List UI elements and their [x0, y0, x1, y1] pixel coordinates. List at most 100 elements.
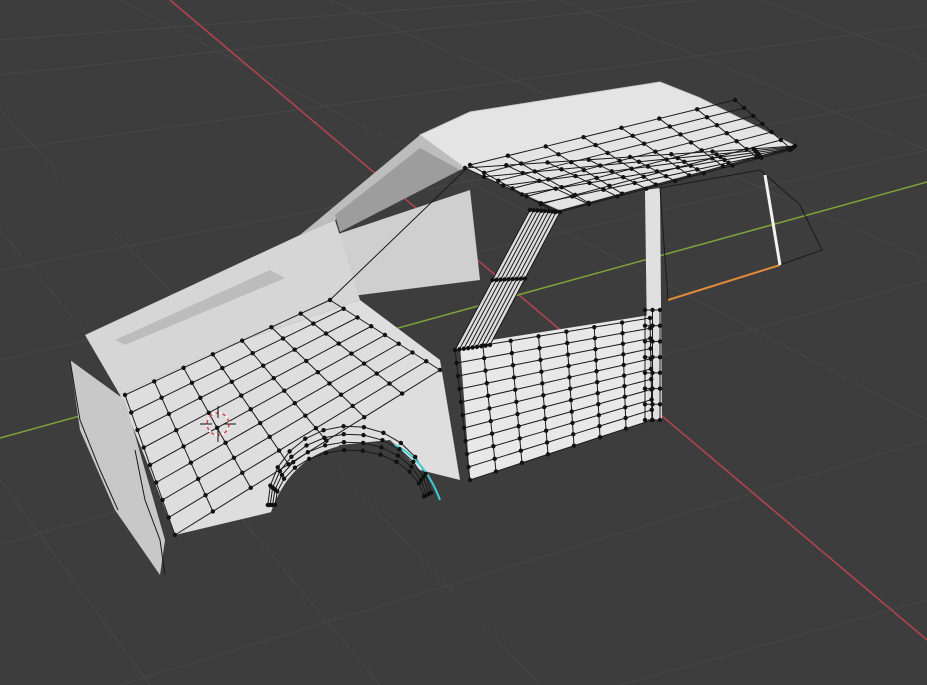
mesh-vertex: [545, 452, 551, 457]
mesh-vertex: [461, 346, 466, 351]
mesh-vertex: [500, 183, 506, 188]
mesh-vertex: [594, 175, 599, 181]
mesh-vertex: [327, 381, 332, 386]
mesh-vertex: [387, 381, 392, 386]
mesh-vertex: [539, 369, 544, 374]
mesh-vertex: [292, 401, 298, 406]
mesh-vertex: [642, 307, 648, 313]
mesh-vertex: [519, 161, 524, 166]
mesh-vertex: [413, 454, 418, 460]
mesh-vertex: [759, 155, 764, 160]
mesh-vertex: [517, 436, 522, 441]
mesh-vertex: [271, 376, 276, 381]
mesh-vertex: [511, 375, 517, 380]
viewport-canvas[interactable]: [0, 0, 927, 685]
mesh-vertex: [601, 187, 606, 192]
mesh-vertex: [355, 315, 360, 320]
mesh-vertex: [565, 352, 571, 357]
mesh-vertex: [734, 138, 739, 144]
mesh-vertex: [514, 276, 520, 282]
mesh-vertex: [554, 209, 559, 214]
mesh-vertex: [688, 140, 694, 145]
mesh-vertex: [714, 152, 719, 157]
mesh-vertex: [483, 368, 488, 373]
mesh-vertex: [657, 307, 663, 313]
mesh-vertex: [397, 447, 402, 452]
mesh-vertex: [159, 395, 164, 400]
mesh-vertex: [141, 445, 146, 450]
mesh-vertex: [481, 170, 487, 176]
mesh-vertex: [568, 159, 574, 165]
mesh-vertex: [281, 476, 287, 481]
mesh-vertex: [457, 386, 462, 392]
mesh-vertex: [510, 276, 516, 282]
mesh-vertex: [423, 471, 428, 477]
mesh-vertex: [152, 379, 157, 384]
mesh-vertex: [210, 509, 216, 514]
mesh-vertex: [181, 365, 186, 371]
mesh-vertex: [361, 432, 366, 438]
mesh-vertex: [546, 177, 551, 182]
mesh-vertex: [539, 208, 544, 213]
mesh-vertex: [657, 417, 663, 423]
mesh-vertex: [463, 438, 468, 444]
mesh-vertex: [452, 347, 458, 353]
mesh-vertex: [636, 159, 642, 164]
mesh-vertex: [543, 428, 549, 433]
mesh-vertex: [619, 191, 625, 196]
mesh-vertex: [564, 340, 570, 346]
mesh-vertex: [532, 169, 537, 174]
mesh-vertex: [395, 453, 401, 458]
mesh-vertex: [267, 434, 272, 439]
mesh-vertex: [321, 427, 326, 433]
mesh-vertex: [327, 297, 333, 303]
mesh-vertex: [494, 277, 499, 283]
mesh-vertex: [286, 462, 291, 467]
mesh-vertex: [407, 469, 412, 474]
mesh-vertex: [649, 407, 654, 412]
mesh-vertex: [323, 450, 329, 456]
mesh-vertex: [322, 443, 328, 448]
mesh-vertex: [306, 456, 312, 462]
mesh-vertex: [732, 97, 738, 103]
mesh-vertex: [229, 379, 234, 384]
mesh-vertex: [460, 412, 465, 418]
mesh-vertex: [647, 315, 653, 321]
mesh-vertex: [568, 397, 574, 403]
mesh-vertex: [605, 150, 610, 156]
mesh-vertex: [341, 432, 346, 437]
mesh-vertex: [568, 386, 573, 391]
mesh-vertex: [542, 416, 548, 422]
mesh-vertex: [730, 163, 735, 168]
mesh-vertex: [597, 423, 602, 429]
mesh-vertex: [567, 375, 572, 380]
mesh-vertex: [276, 448, 282, 453]
mesh-vertex: [621, 373, 627, 378]
mesh-vertex: [323, 331, 329, 336]
mesh-vertex: [545, 160, 550, 165]
mesh-vertex: [464, 451, 470, 457]
mesh-vertex: [657, 386, 663, 391]
mesh-vertex: [174, 427, 179, 433]
mesh-vertex: [210, 352, 216, 357]
mesh-vertex: [675, 155, 680, 161]
mesh-vertex: [741, 105, 747, 111]
mesh-vertex: [594, 379, 600, 385]
3d-viewport[interactable]: [0, 0, 927, 685]
mesh-vertex: [542, 404, 547, 410]
mesh-vertex: [298, 311, 303, 316]
mesh-vertex: [581, 167, 587, 173]
mesh-vertex: [223, 440, 228, 446]
mesh-vertex: [454, 360, 459, 366]
mesh-vertex: [505, 153, 511, 158]
mesh-vertex: [303, 436, 308, 441]
mesh-vertex: [657, 116, 662, 121]
mesh-vertex: [657, 339, 663, 344]
mesh-vertex: [622, 394, 628, 399]
mesh-vertex: [596, 412, 602, 418]
mesh-vertex: [493, 469, 499, 474]
mesh-vertex: [657, 370, 663, 376]
mesh-vertex: [322, 435, 327, 440]
mesh-vertex: [369, 324, 374, 329]
mesh-vertex: [597, 434, 603, 440]
